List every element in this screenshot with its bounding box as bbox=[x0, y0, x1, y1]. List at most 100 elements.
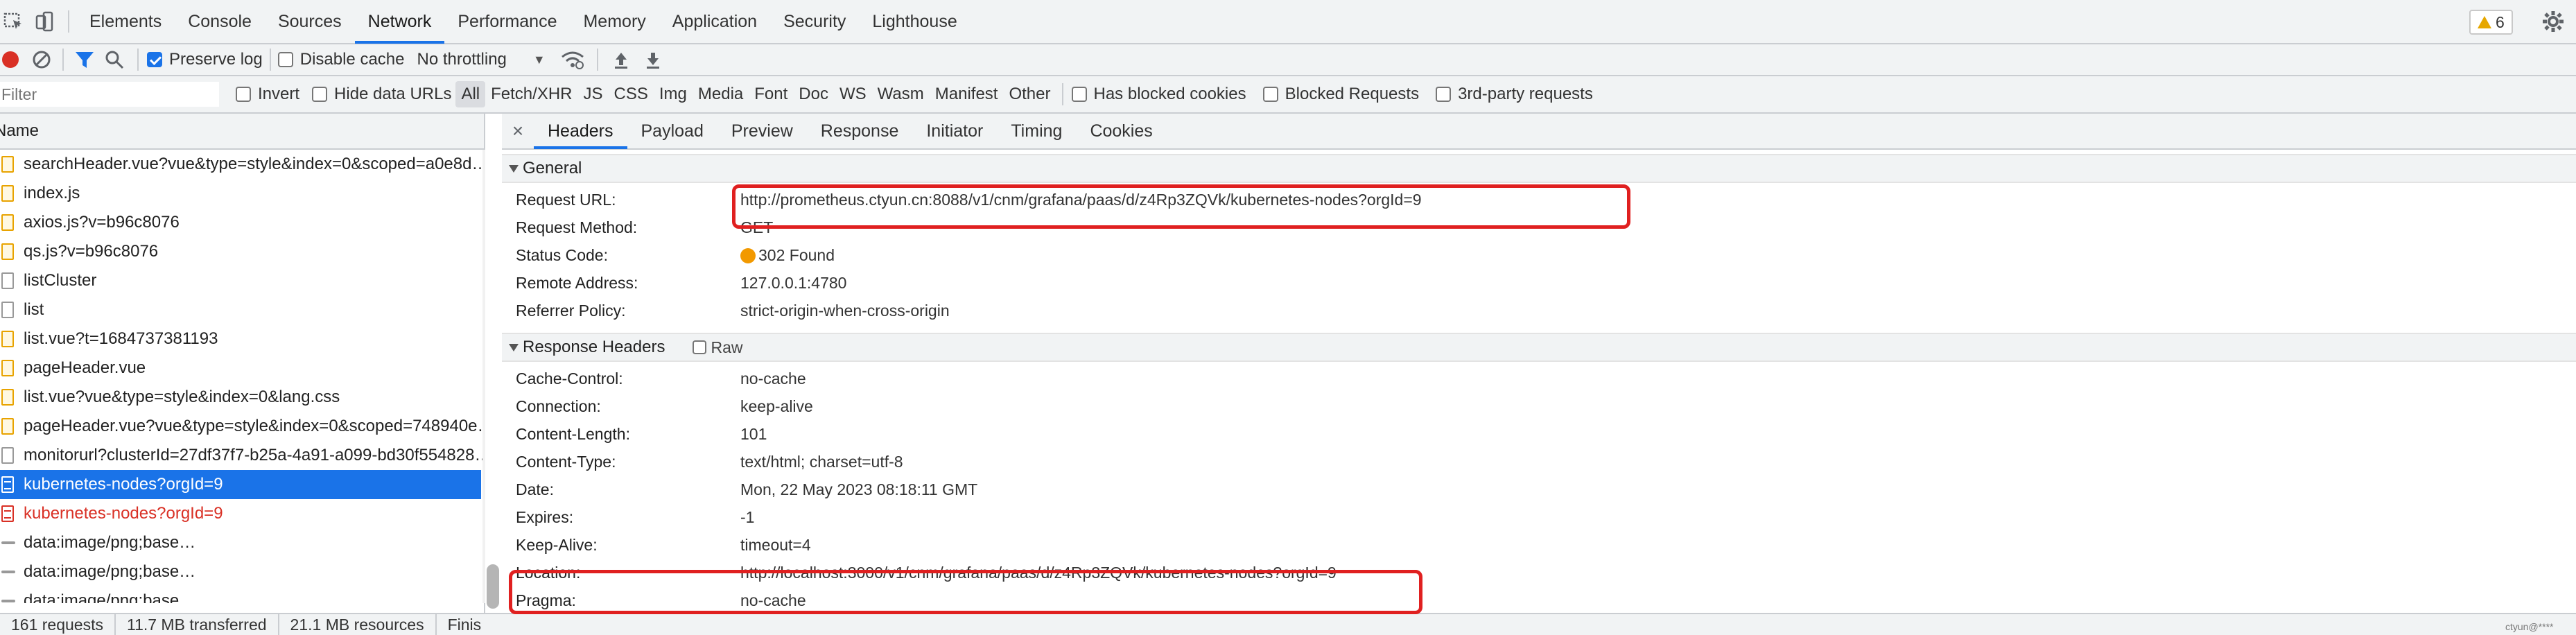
export-har-icon[interactable] bbox=[637, 50, 669, 69]
request-name: data:image/png;base… bbox=[24, 591, 196, 603]
header-value-text: 302 Found bbox=[758, 245, 835, 264]
filter-type-js[interactable]: JS bbox=[578, 81, 609, 107]
inspect-element-icon[interactable] bbox=[0, 8, 28, 35]
script-file-icon bbox=[1, 389, 14, 406]
detail-tab-payload[interactable]: Payload bbox=[627, 113, 717, 149]
scrollbar-track[interactable] bbox=[482, 150, 485, 603]
filter-type-other[interactable]: Other bbox=[1003, 81, 1056, 107]
request-row[interactable]: kubernetes-nodes?orgId=9 bbox=[0, 499, 482, 528]
filter-type-font[interactable]: Font bbox=[749, 81, 793, 107]
tab-security[interactable]: Security bbox=[770, 0, 859, 44]
request-row[interactable]: data:image/png;base… bbox=[0, 586, 482, 603]
detail-tab-preview[interactable]: Preview bbox=[717, 113, 807, 149]
checkbox-unchecked[interactable] bbox=[236, 87, 251, 102]
filter-type-doc[interactable]: Doc bbox=[793, 81, 834, 107]
warnings-badge[interactable]: 6 bbox=[2469, 10, 2513, 35]
file-icon bbox=[1, 302, 14, 318]
filter-icon[interactable] bbox=[71, 50, 98, 69]
raw-checkbox[interactable]: Raw bbox=[693, 338, 742, 357]
filter-type-img[interactable]: Img bbox=[654, 81, 693, 107]
request-row[interactable]: qs.js?v=b96c8076 bbox=[0, 237, 482, 266]
request-row[interactable]: axios.js?v=b96c8076 bbox=[0, 208, 482, 237]
filter-type-manifest[interactable]: Manifest bbox=[930, 81, 1004, 107]
detail-tab-cookies[interactable]: Cookies bbox=[1076, 113, 1166, 149]
detail-tab-response[interactable]: Response bbox=[807, 113, 913, 149]
filter-type-css[interactable]: CSS bbox=[609, 81, 654, 107]
document-error-icon bbox=[1, 505, 14, 522]
checkbox-unchecked[interactable] bbox=[1436, 87, 1452, 102]
third-party-checkbox[interactable]: 3rd-party requests bbox=[1436, 76, 1593, 113]
request-row[interactable]: data:image/png;base… bbox=[0, 528, 482, 557]
preserve-log-checkbox[interactable]: Preserve log bbox=[147, 44, 263, 76]
request-row[interactable]: data:image/png;base… bbox=[0, 557, 482, 586]
scrollbar-thumb[interactable] bbox=[487, 564, 499, 609]
request-row[interactable]: searchHeader.vue?vue&type=style&index=0&… bbox=[0, 150, 482, 179]
checkbox-unchecked[interactable] bbox=[277, 52, 293, 67]
has-blocked-cookies-checkbox[interactable]: Has blocked cookies bbox=[1071, 76, 1246, 113]
general-section-header[interactable]: General bbox=[502, 154, 2576, 183]
raw-label: Raw bbox=[711, 338, 743, 356]
status-bar: 161 requests 11.7 MB transferred 21.1 MB… bbox=[0, 613, 2576, 635]
tab-sources[interactable]: Sources bbox=[265, 0, 355, 44]
throttling-value: No throttling bbox=[417, 50, 507, 69]
checkbox-unchecked[interactable] bbox=[693, 340, 707, 354]
request-row[interactable]: listCluster bbox=[0, 266, 482, 295]
filter-input[interactable] bbox=[0, 82, 219, 107]
tab-application[interactable]: Application bbox=[659, 0, 770, 44]
script-file-icon bbox=[1, 185, 14, 202]
search-icon[interactable] bbox=[98, 50, 130, 69]
request-name: data:image/png;base… bbox=[24, 562, 196, 581]
hide-data-urls-checkbox[interactable]: Hide data URLs bbox=[312, 76, 451, 113]
tab-network[interactable]: Network bbox=[354, 0, 445, 44]
finish-time: Finis bbox=[447, 615, 482, 634]
header-name: Cache-Control: bbox=[516, 369, 623, 388]
disable-cache-checkbox[interactable]: Disable cache bbox=[277, 44, 405, 76]
blocked-requests-checkbox[interactable]: Blocked Requests bbox=[1262, 76, 1419, 113]
header-value: -1 bbox=[740, 508, 754, 527]
device-toolbar-icon[interactable] bbox=[28, 8, 61, 35]
record-stop-icon[interactable] bbox=[0, 51, 21, 69]
response-headers-section-header[interactable]: Response Headers Raw bbox=[502, 333, 2576, 362]
tab-performance[interactable]: Performance bbox=[444, 0, 570, 44]
filter-type-media[interactable]: Media bbox=[693, 81, 749, 107]
checkbox-unchecked[interactable] bbox=[1071, 87, 1087, 102]
invert-checkbox[interactable]: Invert bbox=[236, 76, 299, 113]
header-value: no-cache bbox=[740, 369, 806, 388]
request-row[interactable]: list bbox=[0, 295, 482, 324]
detail-tab-headers[interactable]: Headers bbox=[534, 113, 627, 149]
filter-type-wasm[interactable]: Wasm bbox=[872, 81, 930, 107]
name-column-header[interactable]: Name bbox=[0, 114, 484, 150]
detail-tab-initiator[interactable]: Initiator bbox=[912, 113, 997, 149]
filter-type-ws[interactable]: WS bbox=[834, 81, 872, 107]
network-conditions-icon[interactable] bbox=[555, 50, 590, 69]
detail-tab-timing[interactable]: Timing bbox=[997, 113, 1076, 149]
throttling-select[interactable]: No throttling ▼ bbox=[417, 44, 545, 76]
request-row[interactable]: index.js bbox=[0, 179, 482, 208]
clear-icon[interactable] bbox=[28, 50, 55, 69]
tab-elements[interactable]: Elements bbox=[76, 0, 175, 44]
close-icon[interactable]: × bbox=[502, 120, 534, 142]
filter-type-all[interactable]: All bbox=[455, 81, 486, 107]
request-row[interactable]: pageHeader.vue bbox=[0, 354, 482, 383]
filter-type-fetch-xhr[interactable]: Fetch/XHR bbox=[485, 81, 577, 107]
request-row[interactable]: pageHeader.vue?vue&type=style&index=0&sc… bbox=[0, 412, 482, 441]
tab-console[interactable]: Console bbox=[175, 0, 265, 44]
header-value-text: timeout=4 bbox=[740, 535, 811, 554]
checkbox-checked[interactable] bbox=[147, 52, 162, 67]
request-row[interactable]: kubernetes-nodes?orgId=9 bbox=[0, 470, 481, 499]
script-file-icon bbox=[1, 243, 14, 260]
request-row[interactable]: monitorurl?clusterId=27df37f7-b25a-4a91-… bbox=[0, 441, 482, 470]
tab-lighthouse[interactable]: Lighthouse bbox=[859, 0, 970, 44]
script-file-icon bbox=[1, 360, 14, 376]
header-row: Content-Type: text/html; charset=utf-8 bbox=[502, 448, 2576, 476]
checkbox-unchecked[interactable] bbox=[1262, 87, 1278, 102]
disable-cache-label: Disable cache bbox=[299, 50, 405, 69]
settings-gear-icon[interactable] bbox=[2541, 10, 2565, 33]
checkbox-unchecked[interactable] bbox=[312, 87, 328, 102]
request-name: pageHeader.vue bbox=[24, 358, 146, 377]
request-row[interactable]: list.vue?vue&type=style&index=0&lang.css bbox=[0, 383, 482, 412]
tab-memory[interactable]: Memory bbox=[570, 0, 659, 44]
request-name: index.js bbox=[24, 184, 80, 202]
request-row[interactable]: list.vue?t=1684737381193 bbox=[0, 324, 482, 354]
import-har-icon[interactable] bbox=[605, 50, 637, 69]
